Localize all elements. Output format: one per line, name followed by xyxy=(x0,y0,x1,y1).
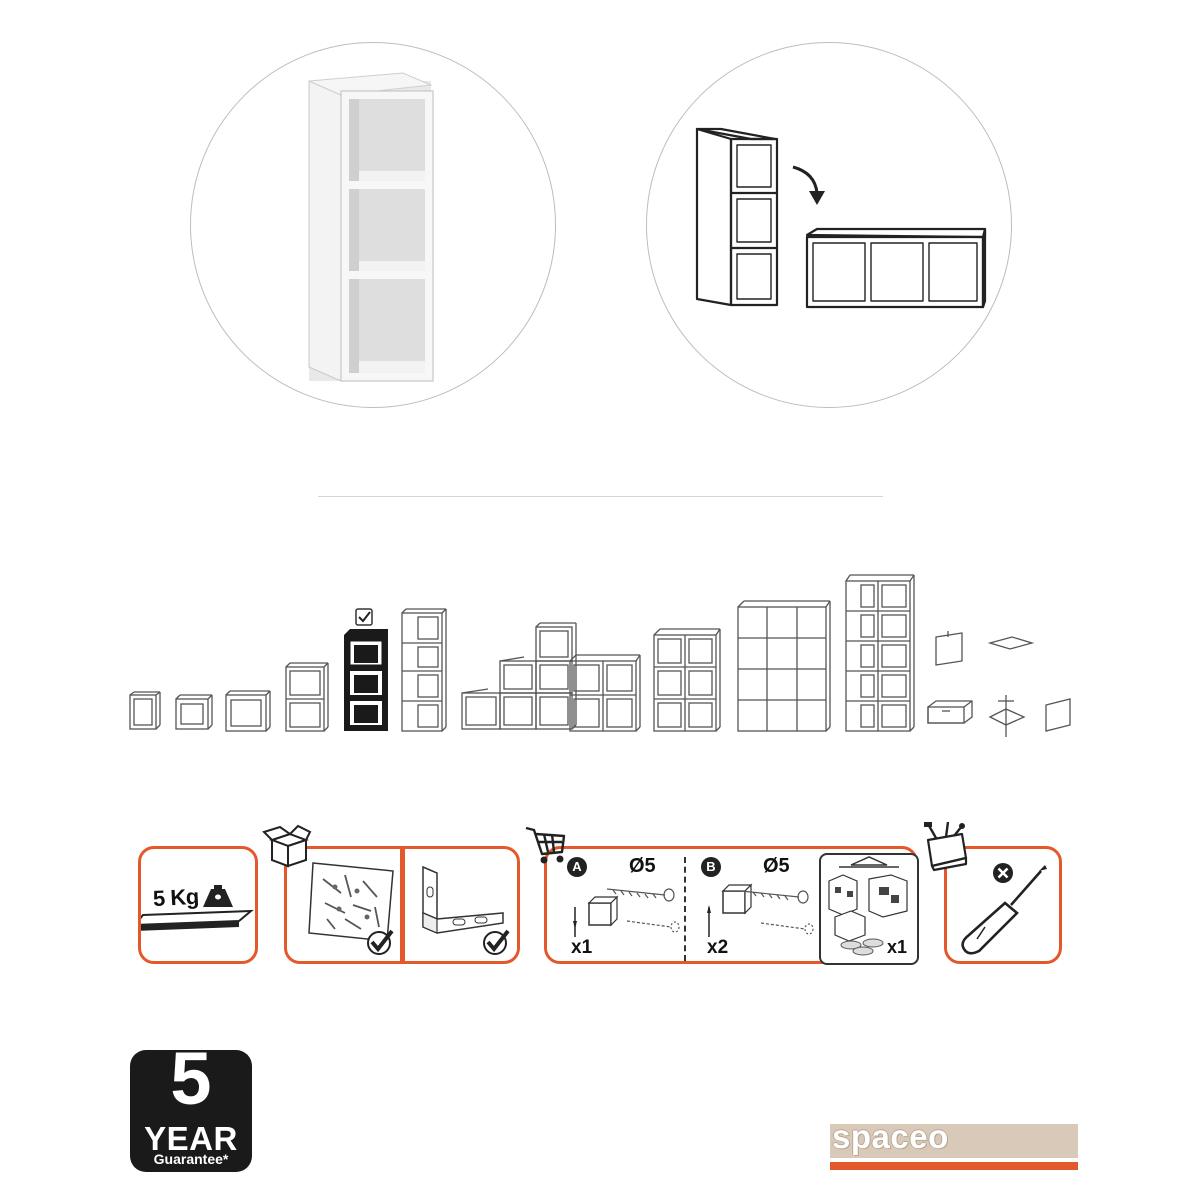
range-item-10 xyxy=(737,600,831,732)
warranty-guarantee: Guarantee* xyxy=(153,1151,229,1167)
section-divider xyxy=(318,496,883,497)
range-item-9 xyxy=(653,628,721,732)
rotate-arrow-icon xyxy=(792,165,819,194)
brand-name: spaceo xyxy=(832,1118,949,1155)
range-item-4 xyxy=(285,662,329,732)
option-b-screw-icon xyxy=(707,883,814,937)
included-check-icon-2 xyxy=(483,929,510,955)
wall-fixing-panel: A Ø5 x1 B Ø5 x2 x1 xyxy=(544,846,919,965)
brand-logo: spaceo xyxy=(830,1118,1078,1172)
option-separator xyxy=(684,857,686,961)
option-a-qty: x1 xyxy=(571,937,593,958)
weight-label: 5 Kg xyxy=(152,883,200,912)
accessory-divider xyxy=(988,695,1026,737)
brand-stripe xyxy=(830,1162,1078,1170)
toolbox-icon xyxy=(924,822,968,872)
kit-qty: x1 xyxy=(887,937,908,957)
range-item-8 xyxy=(569,654,641,732)
range-item-1 xyxy=(129,691,161,730)
open-box-icon xyxy=(262,824,312,868)
option-a-screw-icon xyxy=(573,888,680,937)
product-photo-circle xyxy=(190,42,556,408)
option-b-badge: B xyxy=(701,857,721,877)
vertical-to-horizontal-orientation xyxy=(695,127,987,309)
warranty-number: 5 xyxy=(170,1037,212,1120)
range-item-3 xyxy=(225,690,271,732)
accessory-back-panel xyxy=(1045,698,1071,732)
option-b-diameter: Ø5 xyxy=(763,855,790,877)
weight-panel: 5 Kg xyxy=(138,846,258,964)
range-item-7 xyxy=(461,622,577,730)
checkmark-icon xyxy=(355,608,373,626)
option-a-diameter: Ø5 xyxy=(629,855,656,877)
accessory-drawer xyxy=(927,700,973,724)
warranty-badge: 5 YEAR Guarantee* xyxy=(130,1042,252,1172)
range-item-11 xyxy=(845,574,915,732)
range-item-2 xyxy=(175,694,213,730)
option-a-badge: A xyxy=(567,857,587,877)
wall-kit-pack: x1 xyxy=(819,853,919,965)
in-box-panel xyxy=(284,846,520,964)
screwdriver-icon xyxy=(961,865,1047,955)
shelf-unit-photo xyxy=(308,72,434,382)
option-b-qty: x2 xyxy=(707,937,729,958)
orientation-circle xyxy=(646,42,1012,408)
accessory-shelf-insert xyxy=(987,636,1035,650)
range-item-5-selected xyxy=(344,629,388,731)
product-range xyxy=(129,574,1071,737)
accessory-door xyxy=(935,631,963,666)
range-item-6 xyxy=(401,608,447,732)
included-check-icon xyxy=(367,929,394,955)
shopping-cart-icon xyxy=(525,826,566,864)
